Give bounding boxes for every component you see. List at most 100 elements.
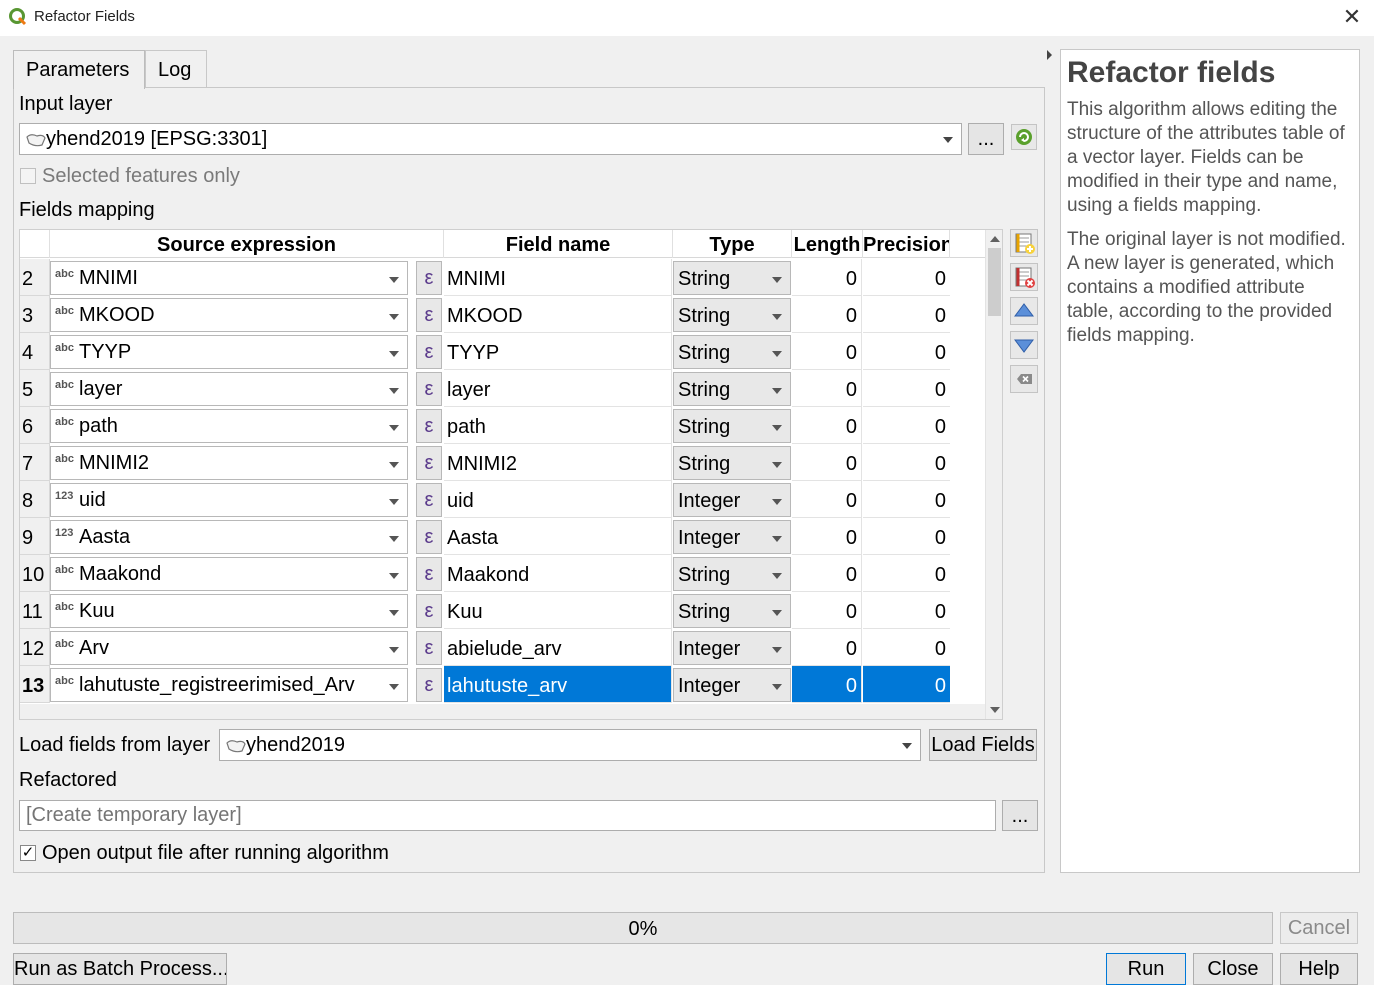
- field-length-cell[interactable]: 0: [792, 370, 862, 407]
- expression-button[interactable]: ε: [416, 594, 442, 628]
- field-length-cell[interactable]: 0: [792, 333, 862, 370]
- header-precision[interactable]: Precision: [863, 230, 950, 258]
- row-number[interactable]: 12: [20, 629, 50, 666]
- output-path-input[interactable]: [19, 800, 996, 831]
- run-button[interactable]: Run: [1106, 953, 1186, 985]
- field-length-cell[interactable]: 0: [792, 444, 862, 481]
- table-row[interactable]: 12 abc Arv ε abielude_arv Integer 0 0: [20, 629, 950, 666]
- field-type-combo[interactable]: Integer: [673, 483, 791, 517]
- row-number[interactable]: 5: [20, 370, 50, 407]
- table-row[interactable]: 4 abc TYYP ε TYYP String 0 0: [20, 333, 950, 370]
- field-precision-cell[interactable]: 0: [863, 666, 950, 703]
- expression-button[interactable]: ε: [416, 631, 442, 665]
- field-name-cell[interactable]: MKOOD: [444, 296, 672, 333]
- panel-toggle-icon[interactable]: [1047, 50, 1052, 60]
- move-down-button[interactable]: [1010, 331, 1038, 359]
- expression-button[interactable]: ε: [416, 372, 442, 406]
- field-type-combo[interactable]: String: [673, 298, 791, 332]
- field-precision-cell[interactable]: 0: [863, 370, 950, 407]
- field-type-combo[interactable]: Integer: [673, 631, 791, 665]
- field-length-cell[interactable]: 0: [792, 518, 862, 555]
- output-browse-button[interactable]: ...: [1002, 800, 1038, 831]
- field-name-cell[interactable]: MNIMI: [444, 259, 672, 296]
- expression-button[interactable]: ε: [416, 446, 442, 480]
- source-expression-combo[interactable]: abc lahutuste_registreerimised_Arv: [50, 668, 408, 702]
- field-type-combo[interactable]: String: [673, 335, 791, 369]
- field-precision-cell[interactable]: 0: [863, 555, 950, 592]
- add-field-button[interactable]: [1010, 229, 1038, 257]
- field-name-cell[interactable]: Maakond: [444, 555, 672, 592]
- source-expression-combo[interactable]: abc path: [50, 409, 408, 443]
- tab-log[interactable]: Log: [145, 50, 207, 87]
- row-number[interactable]: 2: [20, 259, 50, 296]
- tab-parameters[interactable]: Parameters: [13, 50, 145, 89]
- row-number[interactable]: 7: [20, 444, 50, 481]
- row-number[interactable]: 10: [20, 555, 50, 592]
- field-name-cell[interactable]: path: [444, 407, 672, 444]
- source-expression-combo[interactable]: abc MKOOD: [50, 298, 408, 332]
- row-number[interactable]: 3: [20, 296, 50, 333]
- input-layer-combo[interactable]: yhend2019 [EPSG:3301]: [19, 123, 962, 155]
- table-row[interactable]: 7 abc MNIMI2 ε MNIMI2 String 0 0: [20, 444, 950, 481]
- source-expression-combo[interactable]: abc MNIMI: [50, 261, 408, 295]
- table-row[interactable]: 11 abc Kuu ε Kuu String 0 0: [20, 592, 950, 629]
- field-precision-cell[interactable]: 0: [863, 481, 950, 518]
- input-layer-browse-button[interactable]: ...: [968, 123, 1004, 155]
- table-row[interactable]: 6 abc path ε path String 0 0: [20, 407, 950, 444]
- field-length-cell[interactable]: 0: [792, 666, 862, 703]
- row-number[interactable]: 8: [20, 481, 50, 518]
- source-expression-combo[interactable]: abc MNIMI2: [50, 446, 408, 480]
- scroll-up-icon[interactable]: [990, 236, 1000, 242]
- expression-button[interactable]: ε: [416, 520, 442, 554]
- field-name-cell[interactable]: layer: [444, 370, 672, 407]
- field-precision-cell[interactable]: 0: [863, 444, 950, 481]
- expression-button[interactable]: ε: [416, 668, 442, 702]
- open-output-checkbox[interactable]: ✓: [20, 845, 36, 861]
- table-row[interactable]: 8 123 uid ε uid Integer 0 0: [20, 481, 950, 518]
- field-precision-cell[interactable]: 0: [863, 407, 950, 444]
- field-precision-cell[interactable]: 0: [863, 333, 950, 370]
- cancel-button[interactable]: Cancel: [1280, 912, 1358, 944]
- field-type-combo[interactable]: String: [673, 372, 791, 406]
- row-number[interactable]: 4: [20, 333, 50, 370]
- expression-button[interactable]: ε: [416, 483, 442, 517]
- header-field-name[interactable]: Field name: [444, 230, 673, 258]
- close-icon[interactable]: ✕: [1340, 3, 1364, 31]
- scroll-down-icon[interactable]: [990, 707, 1000, 713]
- row-number[interactable]: 6: [20, 407, 50, 444]
- source-expression-combo[interactable]: 123 Aasta: [50, 520, 408, 554]
- header-type[interactable]: Type: [673, 230, 792, 258]
- expression-button[interactable]: ε: [416, 557, 442, 591]
- table-vertical-scrollbar[interactable]: [985, 230, 1002, 719]
- table-horizontal-scrollbar[interactable]: [20, 704, 985, 719]
- source-expression-combo[interactable]: 123 uid: [50, 483, 408, 517]
- reset-button[interactable]: [1010, 365, 1038, 393]
- close-button[interactable]: Close: [1193, 953, 1273, 985]
- header-source-expression[interactable]: Source expression: [50, 230, 444, 258]
- row-number[interactable]: 13: [20, 666, 50, 703]
- expression-button[interactable]: ε: [416, 298, 442, 332]
- scroll-thumb[interactable]: [988, 248, 1001, 316]
- source-expression-combo[interactable]: abc TYYP: [50, 335, 408, 369]
- field-precision-cell[interactable]: 0: [863, 592, 950, 629]
- field-precision-cell[interactable]: 0: [863, 296, 950, 333]
- field-name-cell[interactable]: lahutuste_arv: [444, 666, 672, 703]
- field-name-cell[interactable]: abielude_arv: [444, 629, 672, 666]
- field-precision-cell[interactable]: 0: [863, 518, 950, 555]
- field-precision-cell[interactable]: 0: [863, 629, 950, 666]
- table-row[interactable]: 10 abc Maakond ε Maakond String 0 0: [20, 555, 950, 592]
- field-type-combo[interactable]: Integer: [673, 520, 791, 554]
- table-row[interactable]: 3 abc MKOOD ε MKOOD String 0 0: [20, 296, 950, 333]
- field-length-cell[interactable]: 0: [792, 407, 862, 444]
- load-fields-button[interactable]: Load Fields: [929, 729, 1037, 761]
- field-type-combo[interactable]: String: [673, 594, 791, 628]
- delete-field-button[interactable]: [1010, 263, 1038, 291]
- field-name-cell[interactable]: uid: [444, 481, 672, 518]
- field-length-cell[interactable]: 0: [792, 629, 862, 666]
- field-length-cell[interactable]: 0: [792, 555, 862, 592]
- expression-button[interactable]: ε: [416, 335, 442, 369]
- table-row[interactable]: 2 abc MNIMI ε MNIMI String 0 0: [20, 259, 950, 296]
- move-up-button[interactable]: [1010, 297, 1038, 325]
- table-row[interactable]: 5 abc layer ε layer String 0 0: [20, 370, 950, 407]
- field-type-combo[interactable]: String: [673, 409, 791, 443]
